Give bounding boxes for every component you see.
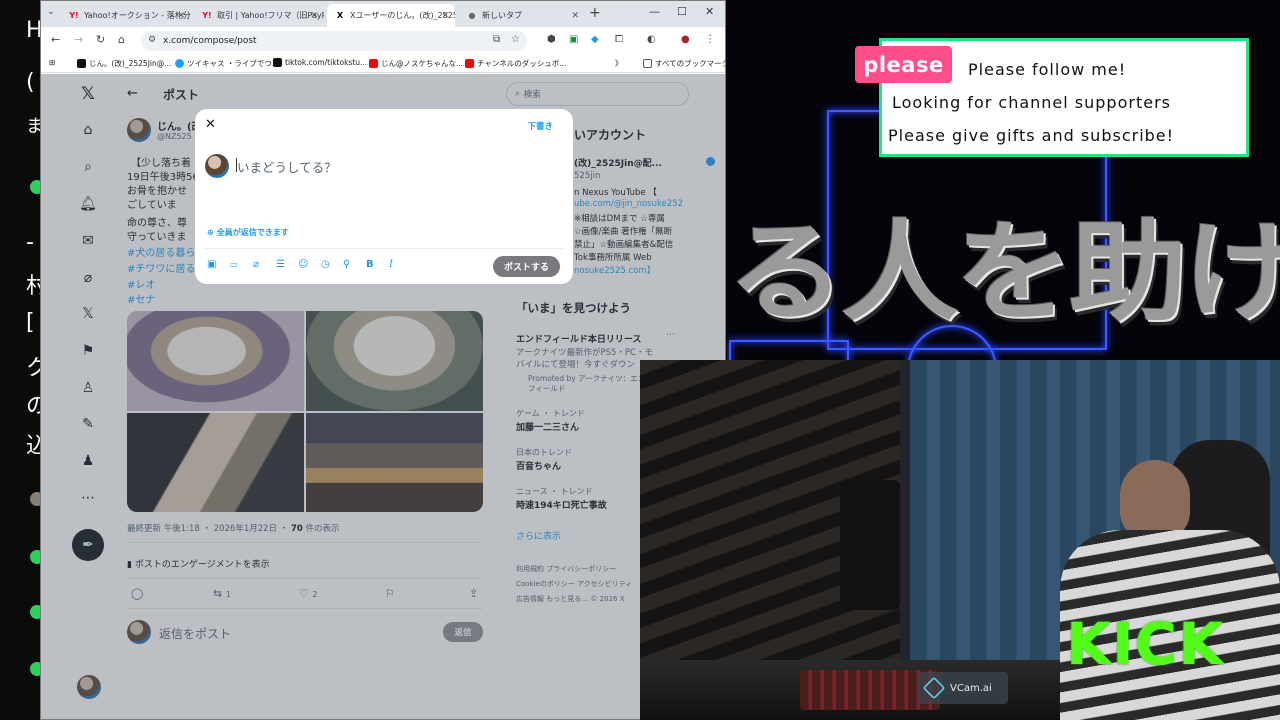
tab-search-icon[interactable]: ⌄ [47, 7, 55, 17]
bookmark-item[interactable]: ツイキャス ・ライブでつ... [175, 58, 279, 69]
bookmarks-overflow[interactable]: 》 [615, 58, 623, 69]
compose-modal: ✕ 下書き いまどうしてる？ ⊕ 全員が返信できます ▣ ▭ ⌀ ☰ ☺ ◷ ⚲ … [195, 109, 573, 284]
divider [205, 248, 563, 249]
yahoo-icon: Y! [69, 11, 79, 20]
vcam-watermark: VCam.ai [918, 672, 1008, 704]
slogan-text: る人を助ける [727, 208, 1280, 336]
address-toolbar: ← → ↻ ⌂ ⚙ x.com/compose/post ⧉ ☆ ⬢ ▣ ◆ ⧠… [41, 27, 725, 55]
reload-icon[interactable]: ↻ [96, 33, 105, 46]
new-tab-button[interactable]: + [589, 5, 601, 21]
green-dot-icon [30, 605, 40, 619]
close-icon[interactable]: ✕ [571, 11, 579, 21]
menu-kebab-icon[interactable]: ⋮ [705, 34, 715, 45]
bold-icon[interactable]: B [366, 259, 374, 270]
close-icon[interactable]: ✕ [177, 11, 185, 21]
bookmark-item[interactable]: チャンネルのダッシュボ... [465, 58, 566, 69]
post-button[interactable]: ポストする [493, 256, 560, 277]
tab-label: Xユーザーのじん。(改)_2525Jin [350, 11, 455, 20]
green-dot-icon [30, 662, 40, 676]
extension-icon[interactable]: ▣ [569, 34, 578, 45]
bookmarks-bar: ⊞ じん。(改)_2525Jin@... ツイキャス ・ライブでつ... tik… [41, 55, 725, 73]
close-icon[interactable]: ✕ [205, 117, 216, 132]
neon-frame [729, 340, 849, 360]
edge-char: の [26, 394, 40, 419]
home-icon[interactable]: ⌂ [118, 33, 125, 46]
grok-icon[interactable]: ⌀ [253, 259, 259, 270]
extension-icon[interactable]: ◆ [591, 34, 599, 45]
location-icon[interactable]: ⚲ [343, 259, 350, 270]
drafts-button[interactable]: 下書き [527, 120, 553, 132]
globe-icon: ⊕ [207, 228, 214, 237]
tab-label: Yahoo!オークション - 落札分 [84, 11, 191, 20]
image-icon[interactable]: ▣ [207, 259, 216, 270]
incognito-icon[interactable]: ◐ [647, 34, 656, 45]
notice-line: Please give gifts and subscribe! [888, 126, 1175, 145]
compose-avatar [205, 154, 229, 178]
extension-icon[interactable]: ⬢ [547, 34, 556, 45]
notice-line: Looking for channel supporters [892, 93, 1171, 112]
edge-char: [ [26, 310, 35, 335]
please-badge: please [855, 46, 952, 83]
kick-logo: KICK [1066, 610, 1225, 678]
vcam-logo-icon [922, 676, 946, 700]
browser-window: ⌄ Y! Yahoo!オークション - 落札分 ✕ Y! 取引 | Yahoo!… [40, 0, 726, 720]
schedule-icon[interactable]: ◷ [321, 259, 330, 270]
microphone [840, 480, 900, 610]
edge-char: 村 [26, 274, 40, 299]
window-close-icon[interactable]: ✕ [705, 5, 714, 18]
edge-char: - [26, 230, 34, 255]
close-icon[interactable]: ✕ [310, 11, 318, 21]
tab-new-tab[interactable]: ● 新しいタブ ✕ [459, 4, 585, 27]
edge-char: 込 [26, 434, 40, 459]
edge-char: ク [26, 356, 40, 381]
reply-setting-button[interactable]: ⊕ 全員が返信できます [207, 227, 289, 238]
tab-x-compose[interactable]: X Xユーザーのじん。(改)_2525Jin ✕ [327, 4, 455, 27]
yahoo-icon: Y! [202, 11, 212, 20]
streamer-face [1120, 460, 1190, 540]
close-icon[interactable]: ✕ [441, 11, 449, 21]
compose-textarea[interactable]: いまどうしてる？ [237, 157, 337, 176]
gif-icon[interactable]: ▭ [230, 260, 238, 269]
poll-icon[interactable]: ☰ [276, 259, 285, 270]
italic-icon[interactable]: I [389, 259, 393, 270]
tab-label: 取引 | Yahoo!フリマ（旧PayPay） [217, 11, 324, 20]
edge-char: ( [26, 70, 35, 95]
minimize-icon[interactable]: — [649, 5, 660, 18]
chrome-icon: ● [468, 11, 476, 20]
green-dot-icon [30, 550, 40, 564]
site-info-icon[interactable]: ⚙ [148, 35, 156, 45]
tab-yahoo-flea[interactable]: Y! 取引 | Yahoo!フリマ（旧PayPay） ✕ [194, 4, 324, 27]
stream-left-edge: H ( ま - 村 [ ク の 込 [0, 0, 40, 720]
emoji-icon[interactable]: ☺ [298, 259, 308, 270]
back-icon[interactable]: ← [51, 33, 60, 46]
tab-strip: ⌄ Y! Yahoo!オークション - 落札分 ✕ Y! 取引 | Yahoo!… [41, 1, 725, 27]
edge-char: ま [26, 116, 40, 137]
maximize-icon[interactable]: ☐ [677, 5, 687, 18]
install-icon[interactable]: ⧉ [493, 34, 500, 45]
bookmark-item[interactable]: じん@ノスケちゃんな... [369, 58, 463, 69]
tab-label: 新しいタブ [482, 11, 522, 20]
profile-avatar-icon[interactable]: ● [681, 34, 690, 45]
tab-yahoo-auction[interactable]: Y! Yahoo!オークション - 落札分 ✕ [61, 4, 191, 27]
apps-grid-icon[interactable]: ⊞ [49, 58, 55, 67]
avatar-dot-icon [30, 492, 40, 506]
forward-icon[interactable]: → [74, 33, 83, 46]
x-logo-icon: X [336, 11, 344, 20]
bookmark-item[interactable]: tiktok.com/tiktokstu... [273, 58, 367, 67]
url-text: x.com/compose/post [163, 36, 257, 46]
green-dot-icon [30, 180, 40, 194]
bookmark-item[interactable]: じん。(改)_2525Jin@... [77, 58, 171, 69]
puzzle-icon[interactable]: ⧠ [615, 34, 623, 45]
edge-char: H [26, 18, 40, 43]
all-bookmarks-folder[interactable]: すべてのブックマーク [643, 58, 725, 69]
notice-line: Please follow me! [968, 60, 1127, 79]
bookmark-star-icon[interactable]: ☆ [511, 34, 520, 45]
url-bar[interactable]: ⚙ x.com/compose/post ⧉ ☆ [141, 31, 527, 51]
